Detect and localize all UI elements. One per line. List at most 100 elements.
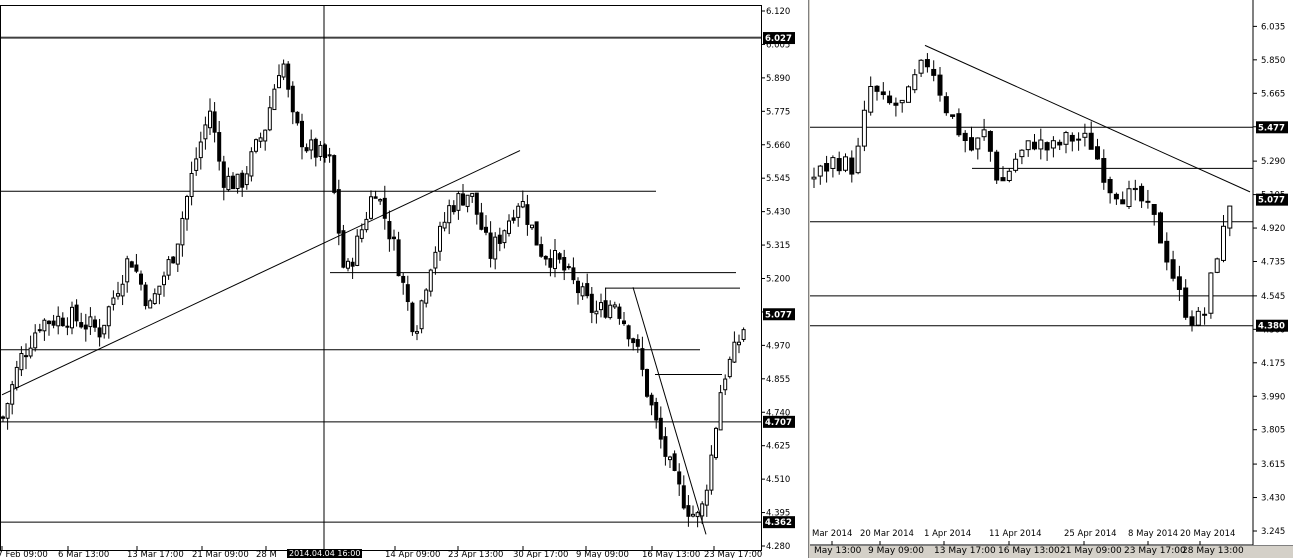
candle-body bbox=[428, 269, 433, 292]
candle-body bbox=[543, 255, 548, 260]
candle-body bbox=[474, 192, 479, 215]
right-price-chart[interactable]: 6.0355.8505.6655.4805.2905.1054.9204.735… bbox=[810, 0, 1293, 558]
candle-body bbox=[1151, 204, 1157, 215]
price-tick-label: 5.775 bbox=[766, 107, 790, 117]
price-tick-label: 6.120 bbox=[766, 7, 790, 17]
candle-body bbox=[1013, 158, 1019, 171]
candle-body bbox=[97, 327, 102, 338]
candle-body bbox=[691, 513, 695, 517]
candle-body bbox=[309, 139, 314, 151]
candle-body bbox=[849, 157, 855, 175]
candle-body bbox=[943, 96, 949, 114]
price-tick-label: 6.035 bbox=[1261, 22, 1285, 32]
candle-body bbox=[1069, 134, 1075, 142]
candle-body bbox=[553, 250, 557, 270]
candle-body bbox=[1139, 185, 1145, 202]
candle-body bbox=[631, 338, 636, 344]
candle-body bbox=[198, 141, 203, 159]
left-chart-window[interactable]: 6.120 6.005 5.890 5.775 5.660 5.545 5.430 5.315… bbox=[0, 0, 808, 558]
candle-body bbox=[470, 192, 475, 197]
candle-body bbox=[134, 264, 139, 272]
time-tick-label: 16 May 13:00 bbox=[642, 550, 700, 558]
candle-body bbox=[14, 366, 19, 388]
candle-body bbox=[180, 217, 185, 246]
candle-body bbox=[924, 59, 930, 68]
candle-body bbox=[562, 257, 567, 271]
price-label-4380: 4.380 bbox=[1258, 322, 1285, 332]
candle-body bbox=[571, 267, 576, 281]
time-tick-label: 8 May 2014 bbox=[1128, 529, 1178, 539]
candle-body bbox=[1019, 149, 1025, 158]
left-price-chart[interactable]: 6.1206.0055.8905.7755.6605.5455.4305.315… bbox=[0, 0, 808, 558]
candle-body bbox=[10, 384, 15, 405]
candle-body bbox=[975, 137, 981, 150]
candle-body bbox=[79, 322, 84, 328]
price-tick-label: 5.430 bbox=[766, 208, 790, 218]
candle-body bbox=[336, 189, 341, 234]
candle-body bbox=[1000, 177, 1006, 182]
candle-body bbox=[60, 317, 65, 327]
candle-body bbox=[456, 193, 461, 211]
candle-body bbox=[1195, 310, 1201, 326]
candle-body bbox=[962, 132, 968, 142]
candle-body bbox=[392, 236, 396, 240]
candle-body bbox=[465, 194, 470, 207]
candle-body bbox=[93, 319, 97, 328]
candle-body bbox=[686, 505, 691, 517]
candle-body bbox=[1221, 225, 1226, 261]
candle-body bbox=[139, 273, 143, 285]
candle-body bbox=[855, 145, 861, 174]
candle-body bbox=[1158, 212, 1163, 244]
candle-body bbox=[1095, 146, 1100, 160]
price-tick-label: 5.665 bbox=[1261, 89, 1285, 99]
candle-body bbox=[249, 151, 254, 177]
candle-body bbox=[369, 196, 373, 219]
candle-body bbox=[497, 234, 502, 244]
candle-body bbox=[723, 378, 728, 391]
right-chart-window[interactable]: 6.0355.8505.6655.4805.2905.1054.9204.735… bbox=[810, 0, 1293, 558]
candle-body bbox=[594, 310, 599, 315]
candle-body bbox=[341, 230, 346, 268]
candle-body bbox=[323, 144, 327, 158]
candle-body bbox=[899, 99, 905, 104]
time-tick-label: 25 Apr 2014 bbox=[1064, 529, 1117, 539]
time-tick-label: 30 Apr 17:00 bbox=[513, 550, 568, 558]
price-tick-label: 4.920 bbox=[1261, 224, 1285, 234]
candle-body bbox=[887, 95, 893, 104]
candle-body bbox=[231, 175, 235, 190]
candle-body bbox=[1202, 313, 1208, 316]
candle-body bbox=[576, 280, 580, 294]
candle-body bbox=[42, 319, 47, 332]
candle-body bbox=[286, 63, 291, 90]
candle-body bbox=[332, 155, 337, 193]
candle-body bbox=[525, 204, 530, 225]
candle-body bbox=[212, 111, 217, 133]
candle-body bbox=[557, 253, 562, 260]
candle-body bbox=[718, 392, 723, 431]
price-tick-label: 4.855 bbox=[766, 375, 790, 385]
candle-body bbox=[737, 341, 741, 346]
candle-body bbox=[612, 304, 617, 308]
candle-body bbox=[258, 137, 263, 142]
price-tick-label: 5.660 bbox=[766, 141, 790, 151]
candle-body bbox=[83, 324, 88, 330]
candle-body bbox=[355, 235, 360, 266]
candle-body bbox=[645, 368, 649, 397]
candle-body bbox=[539, 244, 544, 257]
time-tick-label: Mar 2014 bbox=[812, 529, 852, 539]
candle-body bbox=[166, 259, 171, 276]
candle-body bbox=[120, 283, 125, 297]
candle-body bbox=[129, 261, 134, 268]
candle-body bbox=[493, 236, 498, 260]
price-tick-label: 3.615 bbox=[1261, 460, 1285, 470]
price-tick-label: 4.510 bbox=[766, 475, 790, 485]
candle-body bbox=[382, 197, 387, 219]
candle-body bbox=[295, 111, 300, 124]
candle-body bbox=[668, 456, 672, 461]
candle-body bbox=[157, 285, 162, 295]
candle-body bbox=[937, 74, 943, 96]
candle-body bbox=[906, 86, 911, 103]
candle-body bbox=[235, 173, 240, 190]
candle-body bbox=[741, 329, 746, 340]
candle-body bbox=[479, 212, 484, 230]
